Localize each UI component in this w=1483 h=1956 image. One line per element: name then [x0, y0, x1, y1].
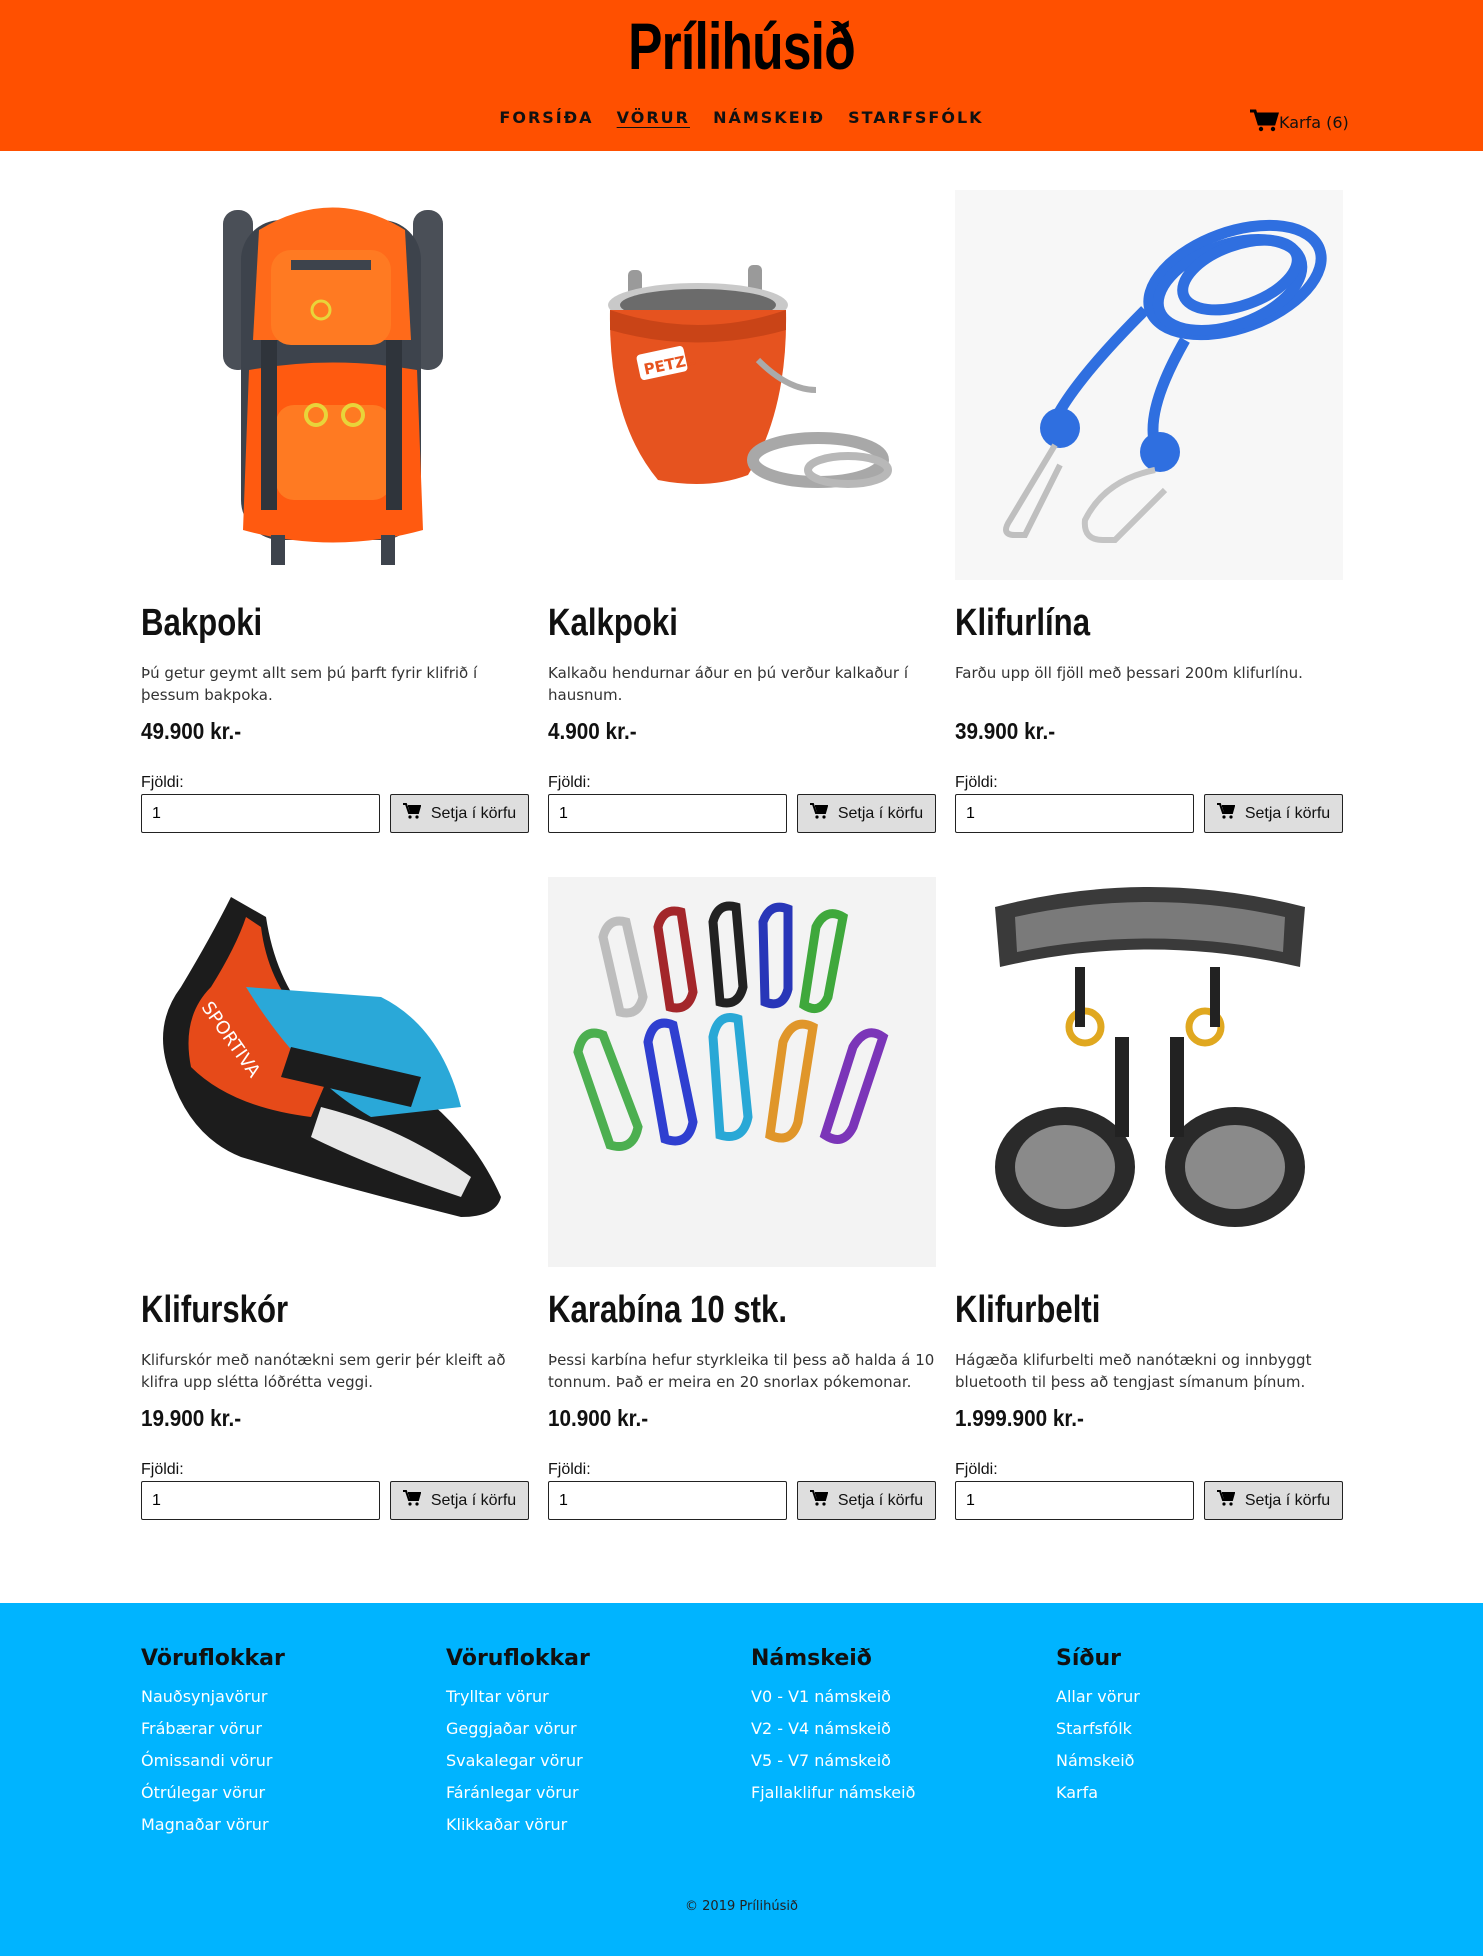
- add-to-cart-label: Setja í körfu: [1244, 804, 1331, 822]
- quantity-label: Fjöldi:: [141, 774, 184, 791]
- nav-item-vorur[interactable]: VÖRUR: [617, 108, 690, 127]
- quantity-label: Fjöldi:: [141, 1461, 184, 1478]
- cart-icon: [402, 1490, 422, 1511]
- product-price: 19.900 kr.-: [141, 1405, 242, 1431]
- quantity-input[interactable]: [141, 794, 380, 833]
- footer-column: Vöruflokkar Trylltar vörur Geggjaðar vör…: [446, 1646, 726, 1847]
- footer-link[interactable]: Starfsfólk: [1056, 1719, 1132, 1738]
- product-card: Karabína 10 stk. Þessi karbína hefur sty…: [548, 877, 936, 1520]
- footer-link[interactable]: Fáránlegar vörur: [446, 1783, 579, 1802]
- add-to-cart-button[interactable]: Setja í körfu: [1204, 1481, 1343, 1520]
- quantity-label: Fjöldi:: [548, 774, 591, 791]
- product-card: Klifurbelti Hágæða klifurbelti með nanót…: [955, 877, 1343, 1520]
- cart-icon: [1216, 1490, 1236, 1511]
- footer-column-title: Síður: [1056, 1646, 1122, 1671]
- product-card: PETZL Kalkpoki Kalkaðu hendurnar áður en…: [548, 190, 936, 833]
- site-header: Prílihúsið FORSÍÐA VÖRUR NÁMSKEIÐ STARFS…: [0, 0, 1483, 151]
- cart-icon: [809, 1490, 829, 1511]
- copyright: © 2019 Prílihúsið: [685, 1899, 798, 1914]
- product-price: 39.900 kr.-: [955, 718, 1056, 744]
- footer-link[interactable]: Fjallaklifur námskeið: [751, 1783, 915, 1802]
- cart-icon: [1249, 108, 1280, 136]
- product-price: 4.900 kr.-: [548, 718, 637, 744]
- quantity-label: Fjöldi:: [955, 1461, 998, 1478]
- product-card: Klifurlína Farðu upp öll fjöll með þessa…: [955, 190, 1343, 833]
- footer-link[interactable]: Svakalegar vörur: [446, 1751, 583, 1770]
- cart-link[interactable]: Karfa (6): [1249, 108, 1349, 136]
- footer-column-title: Vöruflokkar: [446, 1646, 590, 1671]
- footer-link[interactable]: V5 - V7 námskeið: [751, 1751, 891, 1770]
- footer-column-title: Vöruflokkar: [141, 1646, 285, 1671]
- quantity-input[interactable]: [955, 1481, 1194, 1520]
- product-price: 1.999.900 kr.-: [955, 1405, 1084, 1431]
- product-price: 10.900 kr.-: [548, 1405, 649, 1431]
- product-description: Hágæða klifurbelti með nanótækni og innb…: [955, 1351, 1312, 1391]
- add-to-cart-button[interactable]: Setja í körfu: [797, 794, 936, 833]
- product-name: Klifurlína: [955, 602, 1091, 644]
- nav-item-starfsfolk[interactable]: STARFSFÓLK: [848, 108, 983, 127]
- footer-link[interactable]: V2 - V4 námskeið: [751, 1719, 891, 1738]
- site-title[interactable]: Prílihúsið: [163, 8, 1320, 84]
- product-description: Farðu upp öll fjöll með þessari 200m kli…: [955, 664, 1303, 682]
- footer-link[interactable]: Allar vörur: [1056, 1687, 1140, 1706]
- footer-link[interactable]: Geggjaðar vörur: [446, 1719, 577, 1738]
- footer-column: Síður Allar vörur Starfsfólk Námskeið Ka…: [1056, 1646, 1336, 1815]
- footer-link[interactable]: Nauðsynjavörur: [141, 1687, 267, 1706]
- product-card: SPORTIVA Klifurskór Klifurskór með nanót…: [141, 877, 529, 1520]
- add-to-cart-button[interactable]: Setja í körfu: [1204, 794, 1343, 833]
- product-image-climbing-shoe[interactable]: SPORTIVA: [141, 877, 529, 1267]
- product-name: Klifurskór: [141, 1289, 289, 1331]
- footer-column-title: Námskeið: [751, 1646, 872, 1671]
- footer-link[interactable]: Frábærar vörur: [141, 1719, 262, 1738]
- add-to-cart-label: Setja í körfu: [430, 1491, 517, 1509]
- product-name: Klifurbelti: [955, 1289, 1101, 1331]
- quantity-input[interactable]: [548, 794, 787, 833]
- product-price: 49.900 kr.-: [141, 718, 242, 744]
- footer-link[interactable]: Karfa: [1056, 1783, 1098, 1802]
- product-description: Þessi karbína hefur styrkleika til þess …: [548, 1351, 935, 1391]
- quantity-input[interactable]: [141, 1481, 380, 1520]
- add-to-cart-label: Setja í körfu: [1244, 1491, 1331, 1509]
- product-image-chalk-bag[interactable]: PETZL: [548, 190, 936, 580]
- nav-item-namskeid[interactable]: NÁMSKEIÐ: [713, 108, 825, 127]
- product-image-harness[interactable]: [955, 877, 1343, 1267]
- footer-link[interactable]: Ómissandi vörur: [141, 1751, 272, 1770]
- quantity-label: Fjöldi:: [548, 1461, 591, 1478]
- footer-link[interactable]: Magnaðar vörur: [141, 1815, 269, 1834]
- product-name: Karabína 10 stk.: [548, 1289, 788, 1331]
- add-to-cart-label: Setja í körfu: [837, 804, 924, 822]
- cart-label: Karfa (6): [1279, 112, 1349, 132]
- product-card: Bakpoki Þú getur geymt allt sem þú þarft…: [141, 190, 529, 833]
- product-description: Þú getur geymt allt sem þú þarft fyrir k…: [141, 664, 478, 704]
- footer-column: Vöruflokkar Nauðsynjavörur Frábærar vöru…: [141, 1646, 421, 1847]
- add-to-cart-button[interactable]: Setja í körfu: [390, 1481, 529, 1520]
- cart-icon: [402, 803, 422, 824]
- site-footer: Vöruflokkar Nauðsynjavörur Frábærar vöru…: [0, 1603, 1483, 1956]
- product-image-backpack[interactable]: [141, 190, 529, 580]
- footer-link[interactable]: Námskeið: [1056, 1751, 1134, 1770]
- quantity-label: Fjöldi:: [955, 774, 998, 791]
- product-image-carabiners[interactable]: [548, 877, 936, 1267]
- cart-icon: [809, 803, 829, 824]
- quantity-input[interactable]: [955, 794, 1194, 833]
- add-to-cart-button[interactable]: Setja í körfu: [390, 794, 529, 833]
- add-to-cart-label: Setja í körfu: [837, 1491, 924, 1509]
- add-to-cart-label: Setja í körfu: [430, 804, 517, 822]
- footer-link[interactable]: Klikkaðar vörur: [446, 1815, 567, 1834]
- product-name: Bakpoki: [141, 602, 263, 644]
- nav-item-forsida[interactable]: FORSÍÐA: [499, 108, 593, 127]
- product-image-rope[interactable]: [955, 190, 1343, 580]
- product-description: Kalkaðu hendurnar áður en þú verður kalk…: [548, 664, 908, 704]
- footer-link[interactable]: Trylltar vörur: [446, 1687, 549, 1706]
- product-name: Kalkpoki: [548, 602, 678, 644]
- quantity-input[interactable]: [548, 1481, 787, 1520]
- footer-link[interactable]: V0 - V1 námskeið: [751, 1687, 891, 1706]
- footer-column: Námskeið V0 - V1 námskeið V2 - V4 námske…: [751, 1646, 1031, 1815]
- cart-icon: [1216, 803, 1236, 824]
- footer-link[interactable]: Ótrúlegar vörur: [141, 1783, 265, 1802]
- add-to-cart-button[interactable]: Setja í körfu: [797, 1481, 936, 1520]
- product-description: Klifurskór með nanótækni sem gerir þér k…: [141, 1351, 506, 1391]
